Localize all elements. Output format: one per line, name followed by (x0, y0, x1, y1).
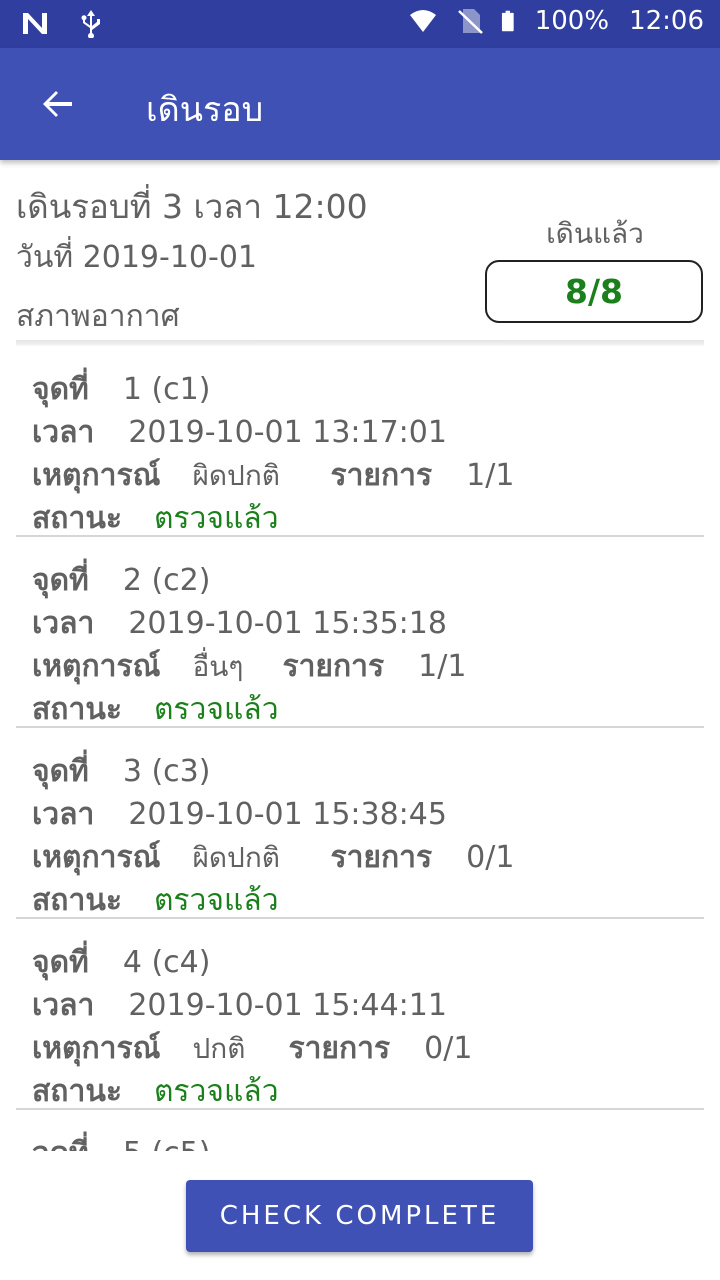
time-label: เวลา (32, 797, 95, 832)
battery-icon (501, 10, 514, 32)
items-value: 1/1 (418, 649, 467, 684)
items-label: รายการ (330, 458, 433, 493)
weather-label: สภาพอากาศ (16, 299, 180, 334)
check-complete-button[interactable]: CHECK COMPLETE (186, 1180, 533, 1252)
status-label: สถานะ (32, 501, 122, 536)
items-value: 0/1 (466, 840, 515, 875)
point-value: 1 (c1) (122, 372, 211, 407)
point-value: 5 (c5) (123, 1136, 211, 1151)
event-value: ปกติ (192, 1031, 246, 1065)
checkpoint-item[interactable]: จุดที่ 1 (c1) เวลา 2019-10-01 13:17:01 เ… (16, 346, 704, 537)
back-arrow-icon (43, 91, 72, 117)
event-label: เหตุการณ์ (32, 1031, 161, 1066)
event-label: เหตุการณ์ (32, 649, 161, 684)
page-title: เดินรอบ (146, 90, 264, 130)
checkpoint-list[interactable]: จุดที่ 1 (c1) เวลา 2019-10-01 13:17:01 เ… (16, 346, 704, 1151)
time-label: เวลา (32, 415, 95, 450)
time-label: เวลา (32, 988, 95, 1023)
point-value: 4 (c4) (122, 945, 211, 980)
status-label: สถานะ (32, 883, 122, 918)
status-value: ตรวจแล้ว (153, 692, 279, 727)
point-label: จุดที่ (32, 1130, 89, 1151)
time-label: เวลา (32, 606, 95, 641)
items-value: 0/1 (424, 1031, 473, 1066)
event-label: เหตุการณ์ (32, 458, 161, 493)
clock: 12:06 (629, 6, 704, 36)
point-label: จุดที่ (32, 563, 89, 598)
event-value: ผิดปกติ (192, 840, 280, 874)
status-value: ตรวจแล้ว (153, 883, 279, 918)
status-value: ตรวจแล้ว (153, 1074, 279, 1109)
status-label: สถานะ (32, 692, 122, 727)
checkpoint-item[interactable]: จุดที่ 2 (c2) เวลา 2019-10-01 15:35:18 เ… (16, 537, 704, 728)
wifi-icon (409, 10, 436, 32)
n-logo-icon (23, 13, 47, 34)
status-value: ตรวจแล้ว (153, 501, 279, 536)
point-label: จุดที่ (32, 372, 89, 407)
items-label: รายการ (288, 1031, 391, 1066)
checkpoint-item[interactable]: จุดที่ 4 (c4) เวลา 2019-10-01 15:44:11 เ… (16, 919, 704, 1110)
status-label: สถานะ (32, 1074, 122, 1109)
event-label: เหตุการณ์ (32, 840, 161, 875)
time-value: 2019-10-01 13:17:01 (128, 415, 447, 450)
event-value: ผิดปกติ (192, 458, 280, 492)
point-value: 3 (c3) (122, 754, 211, 789)
point-value: 2 (c2) (122, 563, 211, 598)
round-date: วันที่ 2019-10-01 (16, 240, 258, 275)
round-title: เดินรอบที่ 3 เวลา 12:00 (16, 187, 368, 226)
walked-label: เดินแล้ว (546, 217, 644, 250)
time-value: 2019-10-01 15:35:18 (128, 606, 447, 641)
checkpoint-item[interactable]: จุดที่ 3 (c3) เวลา 2019-10-01 15:38:45 เ… (16, 728, 704, 919)
items-label: รายการ (330, 840, 433, 875)
time-value: 2019-10-01 15:44:11 (128, 988, 447, 1023)
point-label: จุดที่ (32, 754, 89, 789)
point-label: จุดที่ (32, 945, 89, 980)
checkpoint-item[interactable]: จุดที่ 5 (c5) (16, 1110, 704, 1151)
event-value: อื่นๆ (192, 649, 244, 683)
battery-percent: 100% (534, 6, 610, 36)
usb-icon (81, 10, 100, 38)
back-button[interactable] (28, 78, 84, 130)
items-label: รายการ (282, 649, 385, 684)
walked-count: 8/8 (485, 260, 703, 323)
app-bar: เดินรอบ (0, 48, 720, 160)
round-info: เดินรอบที่ 3 เวลา 12:00 วันที่ 2019-10-0… (16, 180, 368, 340)
items-value: 1/1 (466, 458, 515, 493)
no-sim-icon (457, 9, 483, 34)
time-value: 2019-10-01 15:38:45 (128, 797, 447, 832)
status-bar: 100% 12:06 (0, 0, 720, 48)
